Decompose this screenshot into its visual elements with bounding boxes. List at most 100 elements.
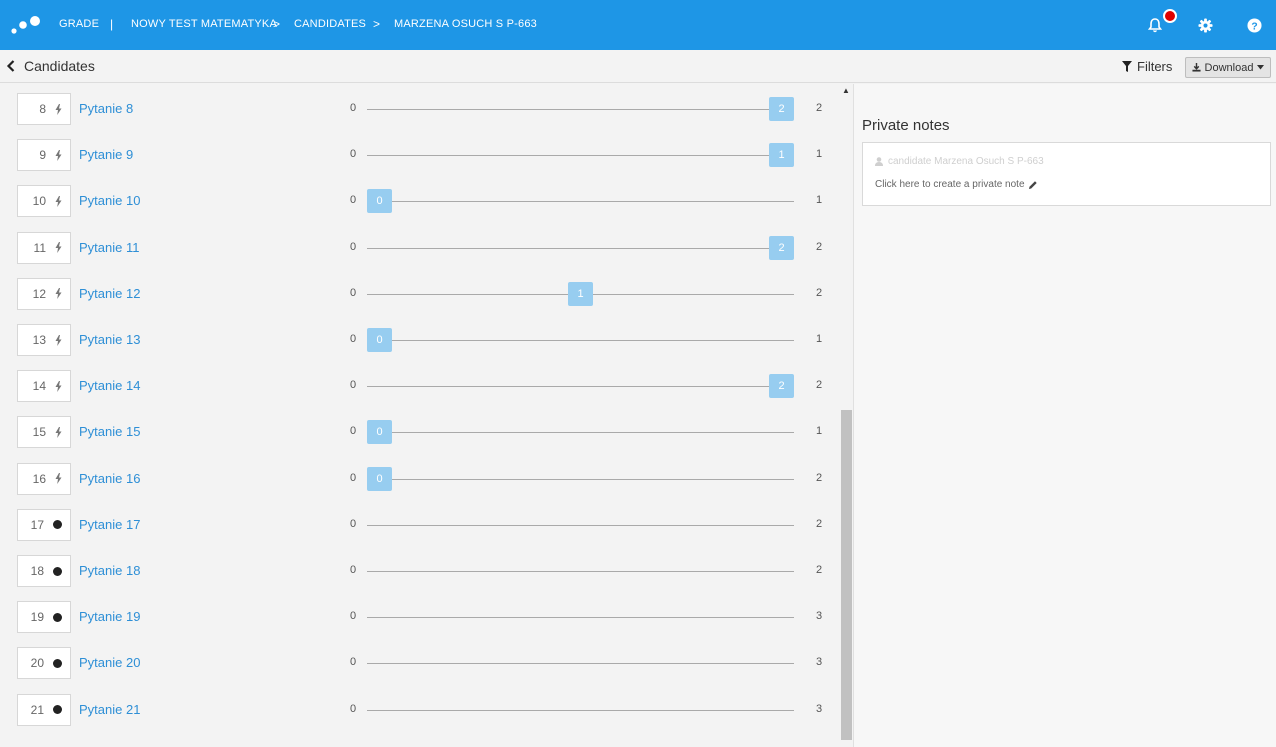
- score-max: 1: [815, 333, 823, 345]
- score-slider-track[interactable]: [367, 478, 794, 480]
- question-number: 16: [32, 471, 46, 486]
- question-number-box: 8: [17, 93, 71, 125]
- question-link[interactable]: Pytanie 11: [79, 240, 139, 255]
- filters-button[interactable]: Filters: [1122, 59, 1172, 74]
- bell-icon[interactable]: [1145, 15, 1165, 35]
- pencil-icon: [1028, 180, 1037, 189]
- question-number: 11: [33, 240, 46, 255]
- score-max: 3: [815, 702, 823, 715]
- user-icon: [875, 157, 883, 166]
- dot-icon: [53, 612, 62, 622]
- question-list: 8 Pytanie 8 0 2 2 9 Pytanie 9 0 1 1 10 Pytanie 10 0 1…: [0, 84, 838, 747]
- scroll-up-arrow-icon[interactable]: ▲: [842, 86, 850, 95]
- score-slider-track[interactable]: [367, 386, 794, 388]
- question-link[interactable]: Pytanie 18: [79, 563, 140, 578]
- score-min: 0: [349, 240, 357, 253]
- question-number-box: 18: [17, 555, 71, 587]
- question-link[interactable]: Pytanie 16: [79, 471, 140, 486]
- score-slider-handle[interactable]: 2: [769, 374, 794, 399]
- breadcrumb-grade[interactable]: GRADE: [59, 18, 99, 30]
- score-max: 1: [815, 194, 823, 207]
- score-slider-track[interactable]: [367, 617, 794, 619]
- app-logo[interactable]: [10, 14, 42, 36]
- score-max: 2: [815, 240, 823, 253]
- score-slider-track[interactable]: [367, 201, 794, 203]
- score-slider-track[interactable]: [367, 432, 794, 434]
- score-slider-track[interactable]: [367, 709, 794, 711]
- score-max: 1: [815, 425, 823, 438]
- private-notes-box: candidate Marzena Osuch S P-663 Click he…: [862, 142, 1271, 206]
- breadcrumb-separator: |: [110, 17, 114, 31]
- question-link[interactable]: Pytanie 15: [79, 424, 140, 439]
- question-number: 8: [39, 102, 46, 116]
- lightning-icon: [55, 288, 62, 300]
- question-link[interactable]: Pytanie 21: [79, 702, 140, 717]
- question-number: 14: [32, 379, 46, 394]
- question-number-box: 11: [17, 231, 71, 264]
- score-slider-handle[interactable]: 1: [769, 143, 794, 168]
- question-number-box: 20: [17, 647, 71, 680]
- chevron-left-icon: [6, 60, 15, 72]
- question-number: 20: [30, 656, 44, 671]
- note-author: candidate Marzena Osuch S P-663: [875, 156, 1044, 167]
- question-link[interactable]: Pytanie 8: [79, 101, 133, 116]
- question-link[interactable]: Pytanie 17: [79, 517, 140, 532]
- score-slider-handle[interactable]: 2: [769, 235, 794, 260]
- score-max: 1: [815, 148, 823, 161]
- breadcrumb-separator: >: [373, 17, 381, 31]
- score-slider-track[interactable]: [367, 340, 794, 341]
- question-number: 19: [30, 610, 44, 625]
- score-slider-track[interactable]: [367, 663, 794, 665]
- question-number: 18: [30, 564, 44, 578]
- back-to-candidates-button[interactable]: Candidates: [6, 58, 95, 74]
- breadcrumb-test[interactable]: NOWY TEST MATEMATYKA: [131, 18, 277, 30]
- help-icon[interactable]: ?: [1244, 15, 1264, 35]
- score-slider-handle[interactable]: 2: [769, 97, 794, 121]
- back-label: Candidates: [24, 58, 95, 74]
- svg-text:?: ?: [1251, 21, 1257, 32]
- question-link[interactable]: Pytanie 14: [79, 378, 140, 393]
- breadcrumb-candidate[interactable]: MARZENA OSUCH S P-663: [394, 18, 537, 30]
- breadcrumb-separator: >: [273, 17, 281, 31]
- question-row: 14 Pytanie 14 0 2 2: [0, 362, 838, 408]
- scrollbar-thumb[interactable]: [841, 410, 852, 740]
- score-slider-handle[interactable]: 0: [367, 189, 392, 214]
- question-number: 21: [30, 702, 44, 717]
- lightning-icon: [55, 149, 62, 161]
- score-slider-handle[interactable]: 1: [568, 281, 593, 306]
- question-number-box: 17: [17, 508, 71, 541]
- dot-icon: [53, 520, 62, 530]
- note-author-label: candidate Marzena Osuch S P-663: [888, 156, 1044, 167]
- caret-down-icon: [1257, 65, 1265, 70]
- question-link[interactable]: Pytanie 10: [79, 193, 140, 208]
- score-slider-track[interactable]: [367, 247, 794, 249]
- filter-icon: [1122, 61, 1132, 72]
- question-link[interactable]: Pytanie 13: [79, 332, 140, 347]
- score-slider-handle[interactable]: 0: [367, 420, 392, 445]
- question-row: 9 Pytanie 9 0 1 1: [0, 131, 838, 177]
- score-max: 3: [815, 656, 823, 669]
- score-slider-track[interactable]: [367, 109, 794, 110]
- score-slider-handle[interactable]: 0: [367, 466, 392, 491]
- score-min: 0: [349, 148, 357, 161]
- score-max: 2: [815, 102, 823, 114]
- score-slider-track[interactable]: [367, 155, 794, 157]
- question-link[interactable]: Pytanie 19: [79, 609, 140, 624]
- notification-badge: [1163, 9, 1177, 23]
- question-number-box: 10: [17, 185, 71, 218]
- question-number-box: 13: [17, 324, 71, 356]
- breadcrumb-candidates[interactable]: CANDIDATES: [294, 18, 366, 30]
- score-slider-handle[interactable]: 0: [367, 328, 392, 352]
- score-min: 0: [349, 194, 357, 207]
- question-link[interactable]: Pytanie 12: [79, 286, 140, 301]
- download-button[interactable]: Download: [1185, 57, 1271, 78]
- score-slider-track[interactable]: [367, 571, 794, 572]
- create-private-note-link[interactable]: Click here to create a private note: [875, 179, 1038, 190]
- score-slider-track[interactable]: [367, 524, 794, 526]
- question-link[interactable]: Pytanie 20: [79, 655, 140, 670]
- lightning-icon: [55, 242, 62, 254]
- gear-icon[interactable]: [1195, 15, 1215, 35]
- question-link[interactable]: Pytanie 9: [79, 147, 133, 162]
- score-max: 2: [815, 286, 823, 299]
- question-number-box: 19: [17, 601, 71, 634]
